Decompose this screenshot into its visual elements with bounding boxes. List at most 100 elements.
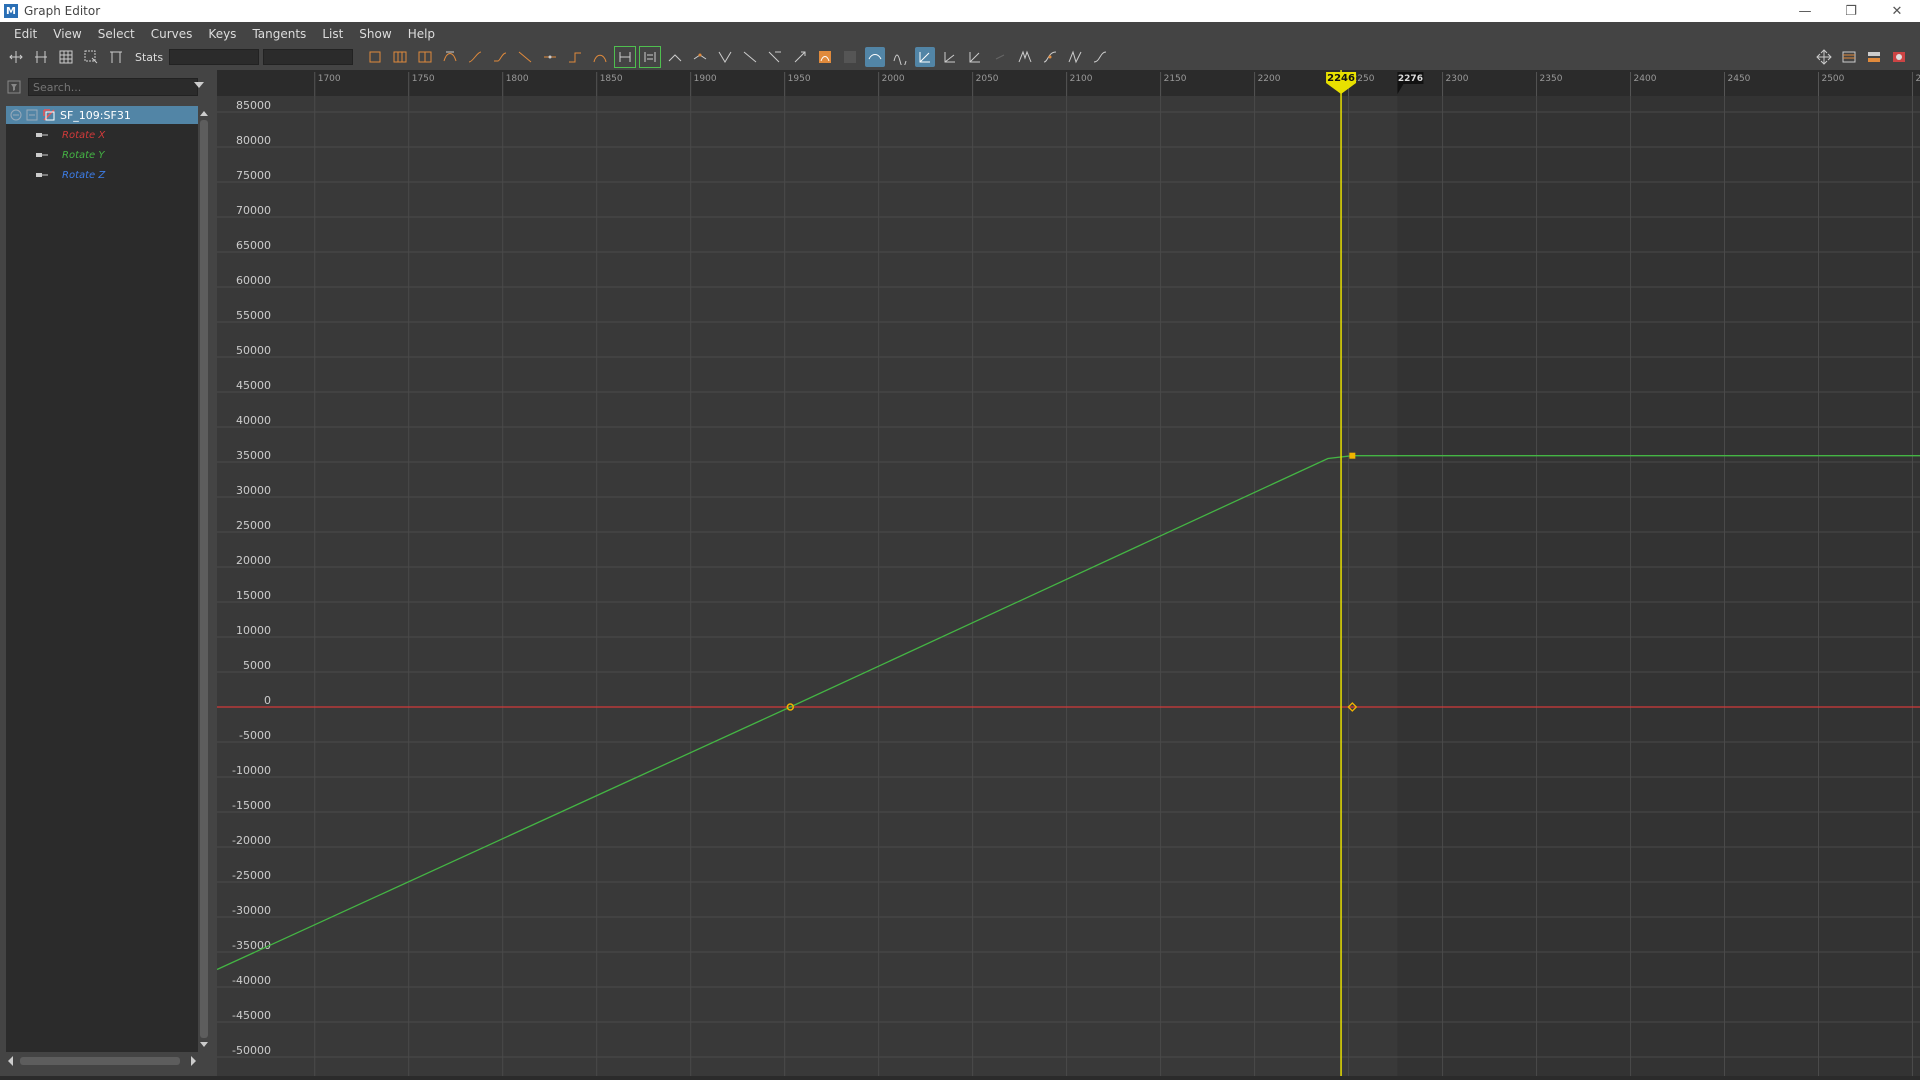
transform-node-icon (43, 109, 55, 121)
minimize-icon[interactable]: — (1782, 0, 1828, 22)
x-tick-label: 2400 (1634, 74, 1657, 84)
graph-view[interactable]: 1700 1750 1800 1850 1900 1950 2000 2050 2100 2150… (217, 70, 1920, 1076)
restore-icon[interactable]: ❐ (1828, 0, 1874, 22)
search-options-chevron-down-icon[interactable] (194, 82, 204, 88)
outliner-vertical-scrollbar[interactable] (198, 106, 210, 1052)
menu-select[interactable]: Select (90, 22, 143, 46)
x-tick-label: 1700 (318, 74, 341, 84)
spline-tangent-icon[interactable] (465, 47, 485, 67)
linear-tangent-icon[interactable] (515, 47, 535, 67)
y-tick-label: 20000 (236, 554, 271, 567)
tree-expand-icon[interactable] (26, 109, 38, 121)
y-tick-label: -35000 (232, 939, 271, 952)
post-infinity-cycle-icon[interactable] (915, 47, 936, 67)
insert-key-tool-icon[interactable] (31, 47, 51, 67)
auto-load-icon[interactable] (765, 47, 785, 67)
camera-sequencer-icon[interactable] (1889, 47, 1909, 67)
x-tick-label: 2000 (882, 74, 905, 84)
current-frame-label: 2246 (1327, 73, 1355, 84)
scrollbar-thumb[interactable] (200, 120, 208, 1038)
frame-all-icon[interactable] (365, 47, 385, 67)
retime-tool-icon[interactable] (106, 47, 126, 67)
curve-sculpt-icon[interactable] (1015, 47, 1035, 67)
pre-infinity-cycle-icon[interactable] (890, 47, 910, 67)
post-infinity-offset-icon[interactable] (965, 47, 985, 67)
x-tick-label: 1850 (600, 74, 623, 84)
trax-editor-icon[interactable] (1864, 47, 1884, 67)
dope-sheet-icon[interactable] (1839, 47, 1859, 67)
y-tick-label: 55000 (236, 309, 271, 322)
menu-view[interactable]: View (45, 22, 89, 46)
y-tick-label: -25000 (232, 869, 271, 882)
move-view-icon[interactable] (1814, 47, 1834, 67)
close-icon[interactable]: ✕ (1874, 0, 1920, 22)
value-snap-icon[interactable] (815, 47, 835, 67)
bottom-edge (0, 1076, 1920, 1080)
menu-keys[interactable]: Keys (200, 22, 244, 46)
normalize-icon[interactable] (840, 47, 860, 67)
frame-playback-range-icon[interactable] (415, 47, 435, 67)
lattice-deform-icon[interactable] (56, 47, 76, 67)
clamped-tangent-icon[interactable] (490, 47, 510, 67)
simplify-curve-icon[interactable] (1065, 47, 1085, 67)
attribute-curve-icon (36, 133, 48, 137)
region-tool-icon[interactable] (81, 47, 101, 67)
y-tick-label: 0 (264, 694, 271, 707)
swap-buffer-curve-icon[interactable] (639, 46, 662, 68)
x-tick-label: 2050 (976, 74, 999, 84)
outliner-horizontal-scrollbar[interactable] (6, 1054, 198, 1068)
menu-help[interactable]: Help (400, 22, 443, 46)
curve-graph[interactable]: 1700 1750 1800 1850 1900 1950 2000 2050 2100 2150… (217, 70, 1920, 1076)
x-tick-label: 2300 (1446, 74, 1469, 84)
step-tangent-icon[interactable] (565, 47, 585, 67)
y-tick-label: -50000 (232, 1044, 271, 1057)
y-tick-label: 10000 (236, 624, 271, 637)
show-infinity-icon[interactable] (990, 47, 1010, 67)
attribute-label-rotate-z: Rotate Z (62, 169, 106, 181)
menu-tangents[interactable]: Tangents (244, 22, 314, 46)
break-tangents-icon[interactable] (665, 47, 685, 67)
scrollbar-thumb[interactable] (20, 1057, 180, 1065)
attribute-label-rotate-x: Rotate X (62, 129, 106, 141)
scroll-down-icon[interactable] (198, 1040, 210, 1050)
attribute-row-rotate-x[interactable]: Rotate X (6, 126, 198, 144)
unify-tangents-icon[interactable] (690, 47, 710, 67)
stats-frame-field[interactable] (169, 49, 260, 65)
time-ruler (217, 70, 1920, 96)
scroll-left-icon[interactable] (6, 1054, 16, 1068)
outliner-list: SF_109:SF31 Rotate X Rotate Y Rotate Z (6, 106, 198, 1052)
attribute-row-rotate-y[interactable]: Rotate Y (6, 146, 198, 164)
scroll-up-icon[interactable] (198, 108, 210, 118)
menu-show[interactable]: Show (351, 22, 399, 46)
x-tick-label: 2150 (1164, 74, 1187, 84)
time-snap-icon[interactable] (790, 47, 810, 67)
frame-selection-icon[interactable] (390, 47, 410, 67)
y-tick-label: 25000 (236, 519, 271, 532)
y-tick-label: 85000 (236, 99, 271, 112)
attribute-curve-icon (36, 153, 48, 157)
y-tick-label: 35000 (236, 449, 271, 462)
menu-edit[interactable]: Edit (6, 22, 45, 46)
outliner-node-row[interactable]: SF_109:SF31 (6, 106, 198, 124)
buffer-curve-snapshot-icon[interactable] (614, 46, 637, 68)
expand-minus-icon[interactable] (10, 109, 22, 121)
stats-value-field[interactable] (263, 49, 354, 65)
lock-tangent-weight-icon[interactable] (740, 47, 760, 67)
resample-curve-icon[interactable] (1090, 47, 1110, 67)
y-tick-label: -15000 (232, 799, 271, 812)
smooth-curve-icon[interactable] (1040, 47, 1060, 67)
auto-tangent-icon[interactable] (440, 47, 460, 67)
attribute-row-rotate-z[interactable]: Rotate Z (6, 166, 198, 184)
scroll-right-icon[interactable] (188, 1054, 198, 1068)
search-input[interactable] (28, 78, 198, 96)
filter-icon[interactable] (6, 79, 22, 95)
move-key-tool-icon[interactable] (6, 47, 26, 67)
plateau-tangent-icon[interactable] (590, 47, 610, 67)
free-tangent-weight-icon[interactable] (715, 47, 735, 67)
menu-list[interactable]: List (314, 22, 351, 46)
pre-infinity-offset-icon[interactable] (940, 47, 960, 67)
y-tick-label: -20000 (232, 834, 271, 847)
stacked-curves-icon[interactable] (865, 47, 886, 67)
menu-curves[interactable]: Curves (143, 22, 201, 46)
flat-tangent-icon[interactable] (540, 47, 560, 67)
